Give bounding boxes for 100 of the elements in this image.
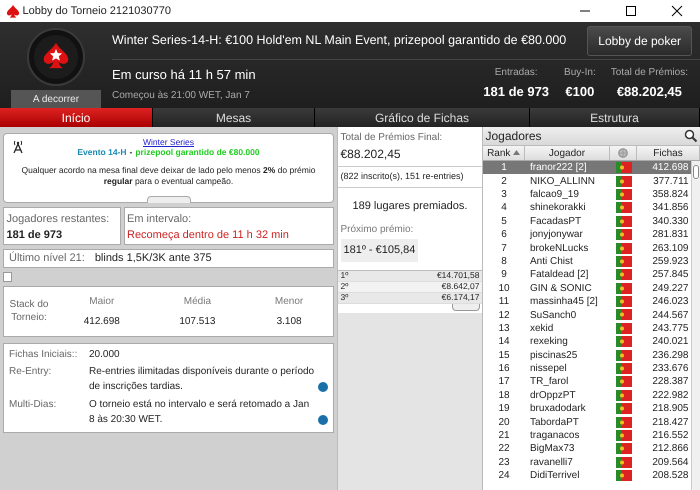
player-row[interactable]: 2 NIKO_ALLINN 377.711 (483, 174, 691, 188)
player-name: brokeNLucks (529, 242, 590, 256)
player-name: falcao9_19 (529, 188, 580, 202)
rank-cell-text: 16 (497, 362, 511, 376)
player-row[interactable]: 5 FacadasPT 340.330 (483, 214, 691, 228)
column-header[interactable]: Rank (487, 146, 510, 160)
player-row[interactable]: 14 rexeking 240.021 (483, 335, 691, 348)
players-title: Jogadores (486, 128, 542, 145)
player-row[interactable]: 13 xekid 243.775 (483, 322, 691, 336)
rank-cell-text: 24 (497, 469, 511, 484)
player-name: xekid (529, 322, 554, 336)
info-label: Fichas Iniciais:: (9, 348, 78, 362)
rank-cell-text: 5 (500, 214, 508, 229)
info-icon[interactable] (318, 382, 328, 392)
players-left-value: 181 de 973 (6, 228, 64, 243)
maximize-icon[interactable] (624, 5, 638, 17)
tab[interactable]: Início (0, 108, 153, 127)
player-row[interactable]: 19 bruxadodark 218.905 (483, 402, 691, 416)
player-row[interactable]: 18 drOppzPT 222.982 (483, 388, 691, 402)
rank-cell-text: 22 (497, 442, 511, 456)
event-name: Evento 14-H (77, 147, 127, 158)
rank-cell-text: 6 (500, 228, 508, 242)
globe-icon[interactable] (618, 146, 628, 160)
player-name: shinekorakki (529, 201, 587, 216)
search-icon[interactable] (684, 128, 698, 144)
player-row[interactable]: 9 Fataldead [2] 257.845 (483, 268, 691, 282)
players-left-label: Jogadores restantes: (6, 212, 110, 226)
lobby-button[interactable]: Lobby de poker (587, 26, 692, 56)
player-name: TR_farol (529, 375, 570, 390)
entries-text: (822 inscrito(s), 151 re-entries) (338, 167, 482, 188)
player-row[interactable]: 7 brokeNLucks 263.109 (483, 241, 691, 255)
event-separator: - (130, 147, 132, 158)
prize-cell: €6.174,17 (442, 291, 480, 304)
player-row[interactable]: 15 piscinas25 236.298 (483, 348, 691, 362)
player-row[interactable]: 23 ravanelli7 209.564 (483, 456, 691, 469)
player-row[interactable]: 1 franor222 [2] 412.698 (483, 161, 691, 174)
stack-column-heading: Média (184, 295, 212, 309)
chips-cell-text: 212.866 (651, 442, 690, 456)
rank-cell-text: 17 (497, 375, 511, 390)
player-row[interactable]: 6 jonyjonywar 281.831 (483, 228, 691, 242)
player-row[interactable]: 12 SuSanch0 244.567 (483, 308, 691, 322)
player-row[interactable]: 10 GIN & SONIC 249.227 (483, 282, 691, 295)
level-label: Último nível 21: (9, 250, 85, 266)
rank-cell-text: 13 (497, 322, 511, 336)
rank-cell-text: 23 (497, 456, 511, 470)
column-header[interactable]: Jogador (548, 146, 586, 160)
rank-cell-text: 3 (500, 188, 508, 202)
chips-cell-text: 263.109 (651, 242, 690, 256)
level-value: blinds 1,5K/3K ante 375 (94, 251, 212, 266)
player-name: Fataldead [2] (529, 268, 590, 282)
chips-cell-text: 233.676 (651, 362, 690, 376)
stat-value: €100 (565, 82, 594, 101)
chips-cell-text: 244.567 (651, 308, 690, 322)
antenna-icon (12, 140, 24, 154)
info-label: Re-Entry: (9, 365, 52, 379)
place-cell: 2º (340, 280, 348, 293)
column-header[interactable]: Fichas (653, 146, 683, 160)
logo-icon (27, 28, 85, 86)
player-name: SuSanch0 (529, 308, 578, 322)
player-row[interactable]: 3 falcao9_19 358.824 (483, 188, 691, 202)
rank-cell-text: 14 (497, 335, 511, 350)
player-row[interactable]: 21 traganacos 216.552 (483, 428, 691, 442)
stat-label: Total de Prémios: (610, 66, 688, 80)
rank-cell-text: 21 (497, 429, 511, 444)
player-row[interactable]: 16 nissepel 233.676 (483, 362, 691, 376)
info-icon[interactable] (318, 414, 328, 424)
place-cell: 1º (340, 269, 348, 282)
player-row[interactable]: 8 Anti Chist 259.923 (483, 254, 691, 268)
rank-cell-text: 20 (497, 416, 511, 430)
chips-cell-text: 246.023 (651, 295, 690, 310)
stat-value: 181 de 973 (483, 82, 550, 101)
rank-cell-text: 15 (497, 348, 511, 363)
tab[interactable]: Mesas (153, 108, 315, 127)
scroll-thumb[interactable] (693, 165, 699, 179)
chips-cell-text: 377.711 (652, 174, 690, 189)
stack-value: 107.513 (179, 315, 216, 329)
news-text: Qualquer acordo na mesa final deve deixar de lado pelo menos 2% do prémio regular para o eventual campeão. (20, 165, 316, 186)
places-text: 189 lugares premiados. (352, 198, 468, 214)
player-row[interactable]: 11 massinha45 [2] 246.023 (483, 294, 691, 308)
chips-cell-text: 341.856 (651, 201, 690, 216)
player-name: DidiTerrivel (529, 469, 580, 484)
chips-cell-text: 209.564 (651, 456, 690, 470)
checkbox[interactable] (3, 272, 12, 282)
player-row[interactable]: 20 TabordaPT 218.427 (483, 415, 691, 429)
player-row[interactable]: 17 TR_farol 228.387 (483, 375, 691, 389)
player-row[interactable]: 4 shinekorakki 341.856 (483, 201, 691, 215)
player-row[interactable]: 22 BigMax73 212.866 (483, 442, 691, 456)
tab[interactable]: Estrutura (530, 108, 700, 127)
next-prize: 181º - €105,84 (340, 239, 418, 262)
news-link[interactable]: Winter Series (10, 137, 327, 148)
stat-label: Entradas: (494, 66, 538, 80)
player-name: jonyjonywar (528, 228, 584, 242)
tab[interactable]: Gráfico de Fichas (315, 108, 530, 127)
player-name: traganacos (529, 429, 580, 444)
tournament-title: Winter Series-14-H: €100 Hold'em NL Main Event, prizepool garantido de €80.000 (112, 32, 566, 50)
player-name: GIN & SONIC (529, 282, 593, 296)
close-icon[interactable] (670, 5, 684, 17)
window-title: Lobby do Torneio 2121030770 (22, 4, 172, 19)
player-name: piscinas25 (529, 348, 578, 363)
player-row[interactable]: 24 DidiTerrivel 208.528 (483, 468, 691, 482)
